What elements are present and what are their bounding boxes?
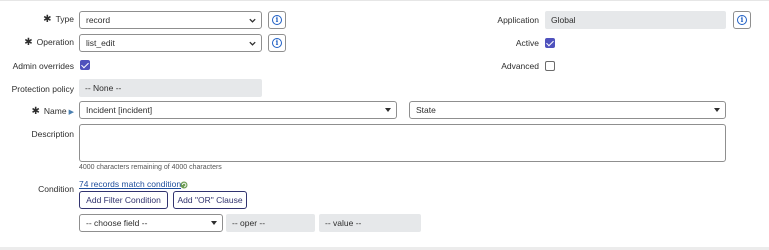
info-icon: i (272, 15, 282, 25)
application-field: Global (545, 11, 726, 29)
required-asterisk-icon: ✱ (43, 14, 52, 25)
chevron-down-icon (249, 18, 256, 23)
operation-label: ✱ Operation (24, 37, 74, 48)
name-field-select[interactable]: State (409, 101, 726, 119)
type-select[interactable]: record (79, 11, 262, 29)
condition-label: Condition (38, 184, 74, 194)
advanced-checkbox[interactable] (545, 61, 555, 71)
active-checkbox[interactable] (545, 38, 555, 48)
active-label: Active (515, 38, 539, 48)
name-label: ✱ Name ▶ (31, 106, 74, 117)
caret-down-icon (714, 108, 720, 112)
add-or-clause-button[interactable]: Add "OR" Clause (173, 191, 247, 209)
info-icon: i (737, 15, 747, 25)
required-asterisk-icon: ✱ (24, 37, 33, 48)
protection-policy-field: -- None -- (79, 79, 262, 97)
application-label: Application (497, 15, 539, 25)
name-table-select[interactable]: Incident [incident] (79, 101, 397, 119)
operation-info-button[interactable]: i (268, 34, 286, 52)
records-match-link[interactable]: 74 records match condition (79, 179, 181, 189)
admin-overrides-checkbox[interactable] (80, 60, 90, 70)
acl-form: ✱ Type record i ✱ Operation list_edit i Ad… (0, 0, 769, 250)
info-icon: i (272, 38, 282, 48)
chevron-down-icon (249, 41, 256, 46)
description-textarea[interactable] (79, 124, 726, 162)
description-char-counter: 4000 characters remaining of 4000 charac… (79, 164, 222, 171)
caret-down-icon (385, 108, 391, 112)
advanced-label: Advanced (501, 61, 539, 71)
required-asterisk-icon: ✱ (31, 106, 40, 117)
refresh-icon[interactable] (180, 181, 188, 189)
protection-policy-label: Protection policy (11, 84, 74, 94)
expand-arrow-icon[interactable]: ▶ (69, 109, 74, 116)
operation-select[interactable]: list_edit (79, 34, 262, 52)
admin-overrides-label: Admin overrides (12, 61, 74, 71)
description-label: Description (31, 129, 74, 139)
operator-field: -- oper -- (226, 214, 315, 232)
add-filter-condition-button[interactable]: Add Filter Condition (79, 191, 168, 209)
type-info-button[interactable]: i (268, 11, 286, 29)
value-field: -- value -- (319, 214, 421, 232)
choose-field-select[interactable]: -- choose field -- (79, 214, 223, 232)
application-info-button[interactable]: i (733, 11, 751, 29)
type-label: ✱ Type (43, 14, 74, 25)
caret-down-icon (211, 221, 217, 225)
